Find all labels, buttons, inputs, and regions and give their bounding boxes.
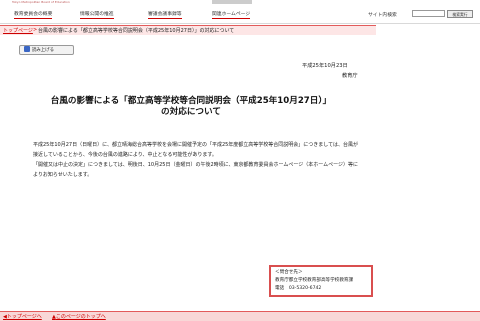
site-logo[interactable]: Tokyo Metropolitan Board of Education (12, 0, 82, 4)
page-title-line2: の対応について (161, 107, 221, 117)
page-title: 台風の影響による「都立高等学校等合同説明会（平成25年10月27日）」 の対応に… (36, 96, 346, 118)
footer-top-label: トップページへ (6, 314, 42, 320)
global-nav: 教育委員会の概要 情報公開の推進 審議会議事録等 関連ホームページ サイト内検索… (0, 7, 480, 24)
nav-item-related[interactable]: 関連ホームページ (212, 10, 251, 19)
breadcrumb-current: 台風の影響による「都立高等学校等合同説明会（平成25年10月27日）」の対応につ… (38, 28, 235, 34)
footer-top-link[interactable]: ◀トップページへ (3, 313, 42, 320)
nav-item-label: 情報公開の推進 (80, 12, 114, 19)
breadcrumb-home-link[interactable]: トップページ (3, 27, 33, 34)
contact-phone-label: 電話 (275, 286, 285, 291)
contact-box: ＜問合せ先＞ 教育庁都立学校教育部高等学校教育課 電話 03-5320-6742 (269, 265, 373, 297)
nav-item-minutes[interactable]: 審議会議事録等 (148, 10, 182, 19)
read-aloud-label: 読み上げる (32, 48, 54, 53)
header-decoration (212, 0, 252, 4)
publisher-org: 教育庁 (342, 73, 358, 79)
nav-item-label: 審議会議事録等 (148, 12, 182, 19)
search-input[interactable] (412, 10, 445, 17)
body-paragraph-2: 「開催又は中止の決定」につきましては、明後日、10月25日（金曜日）の午後2時頃… (33, 162, 359, 178)
nav-item-disclosure[interactable]: 情報公開の推進 (80, 10, 114, 19)
contact-phone-row: 電話 03-5320-6742 (275, 285, 367, 293)
read-aloud-button[interactable]: 読み上げる (19, 45, 74, 55)
breadcrumb-separator: > (33, 27, 38, 33)
nav-item-label: 教育委員会の概要 (14, 12, 53, 19)
footer-page-top-label: このページのトップへ (55, 314, 106, 320)
body-paragraph-1: 平成25年10月27日（日曜日）に、都立晴海総合高等学校を会場に開催予定の「平成… (33, 142, 359, 158)
search-label: サイト内検索 (368, 13, 397, 18)
publish-date: 平成25年10月23日 (302, 63, 348, 69)
page-title-line1: 台風の影響による「都立高等学校等合同説明会（平成25年10月27日）」 (50, 96, 332, 106)
nav-item-overview[interactable]: 教育委員会の概要 (14, 10, 53, 19)
contact-dept: 教育庁都立学校教育部高等学校教育課 (275, 278, 354, 283)
footer-page-top-link[interactable]: ▲このページのトップへ (52, 313, 106, 320)
speaker-icon (24, 46, 30, 52)
search-button[interactable]: 検索実行 (447, 10, 473, 18)
contact-phone: 03-5320-6742 (288, 286, 322, 291)
nav-item-label: 関連ホームページ (212, 12, 251, 19)
contact-heading: ＜問合せ先＞ (275, 270, 303, 275)
